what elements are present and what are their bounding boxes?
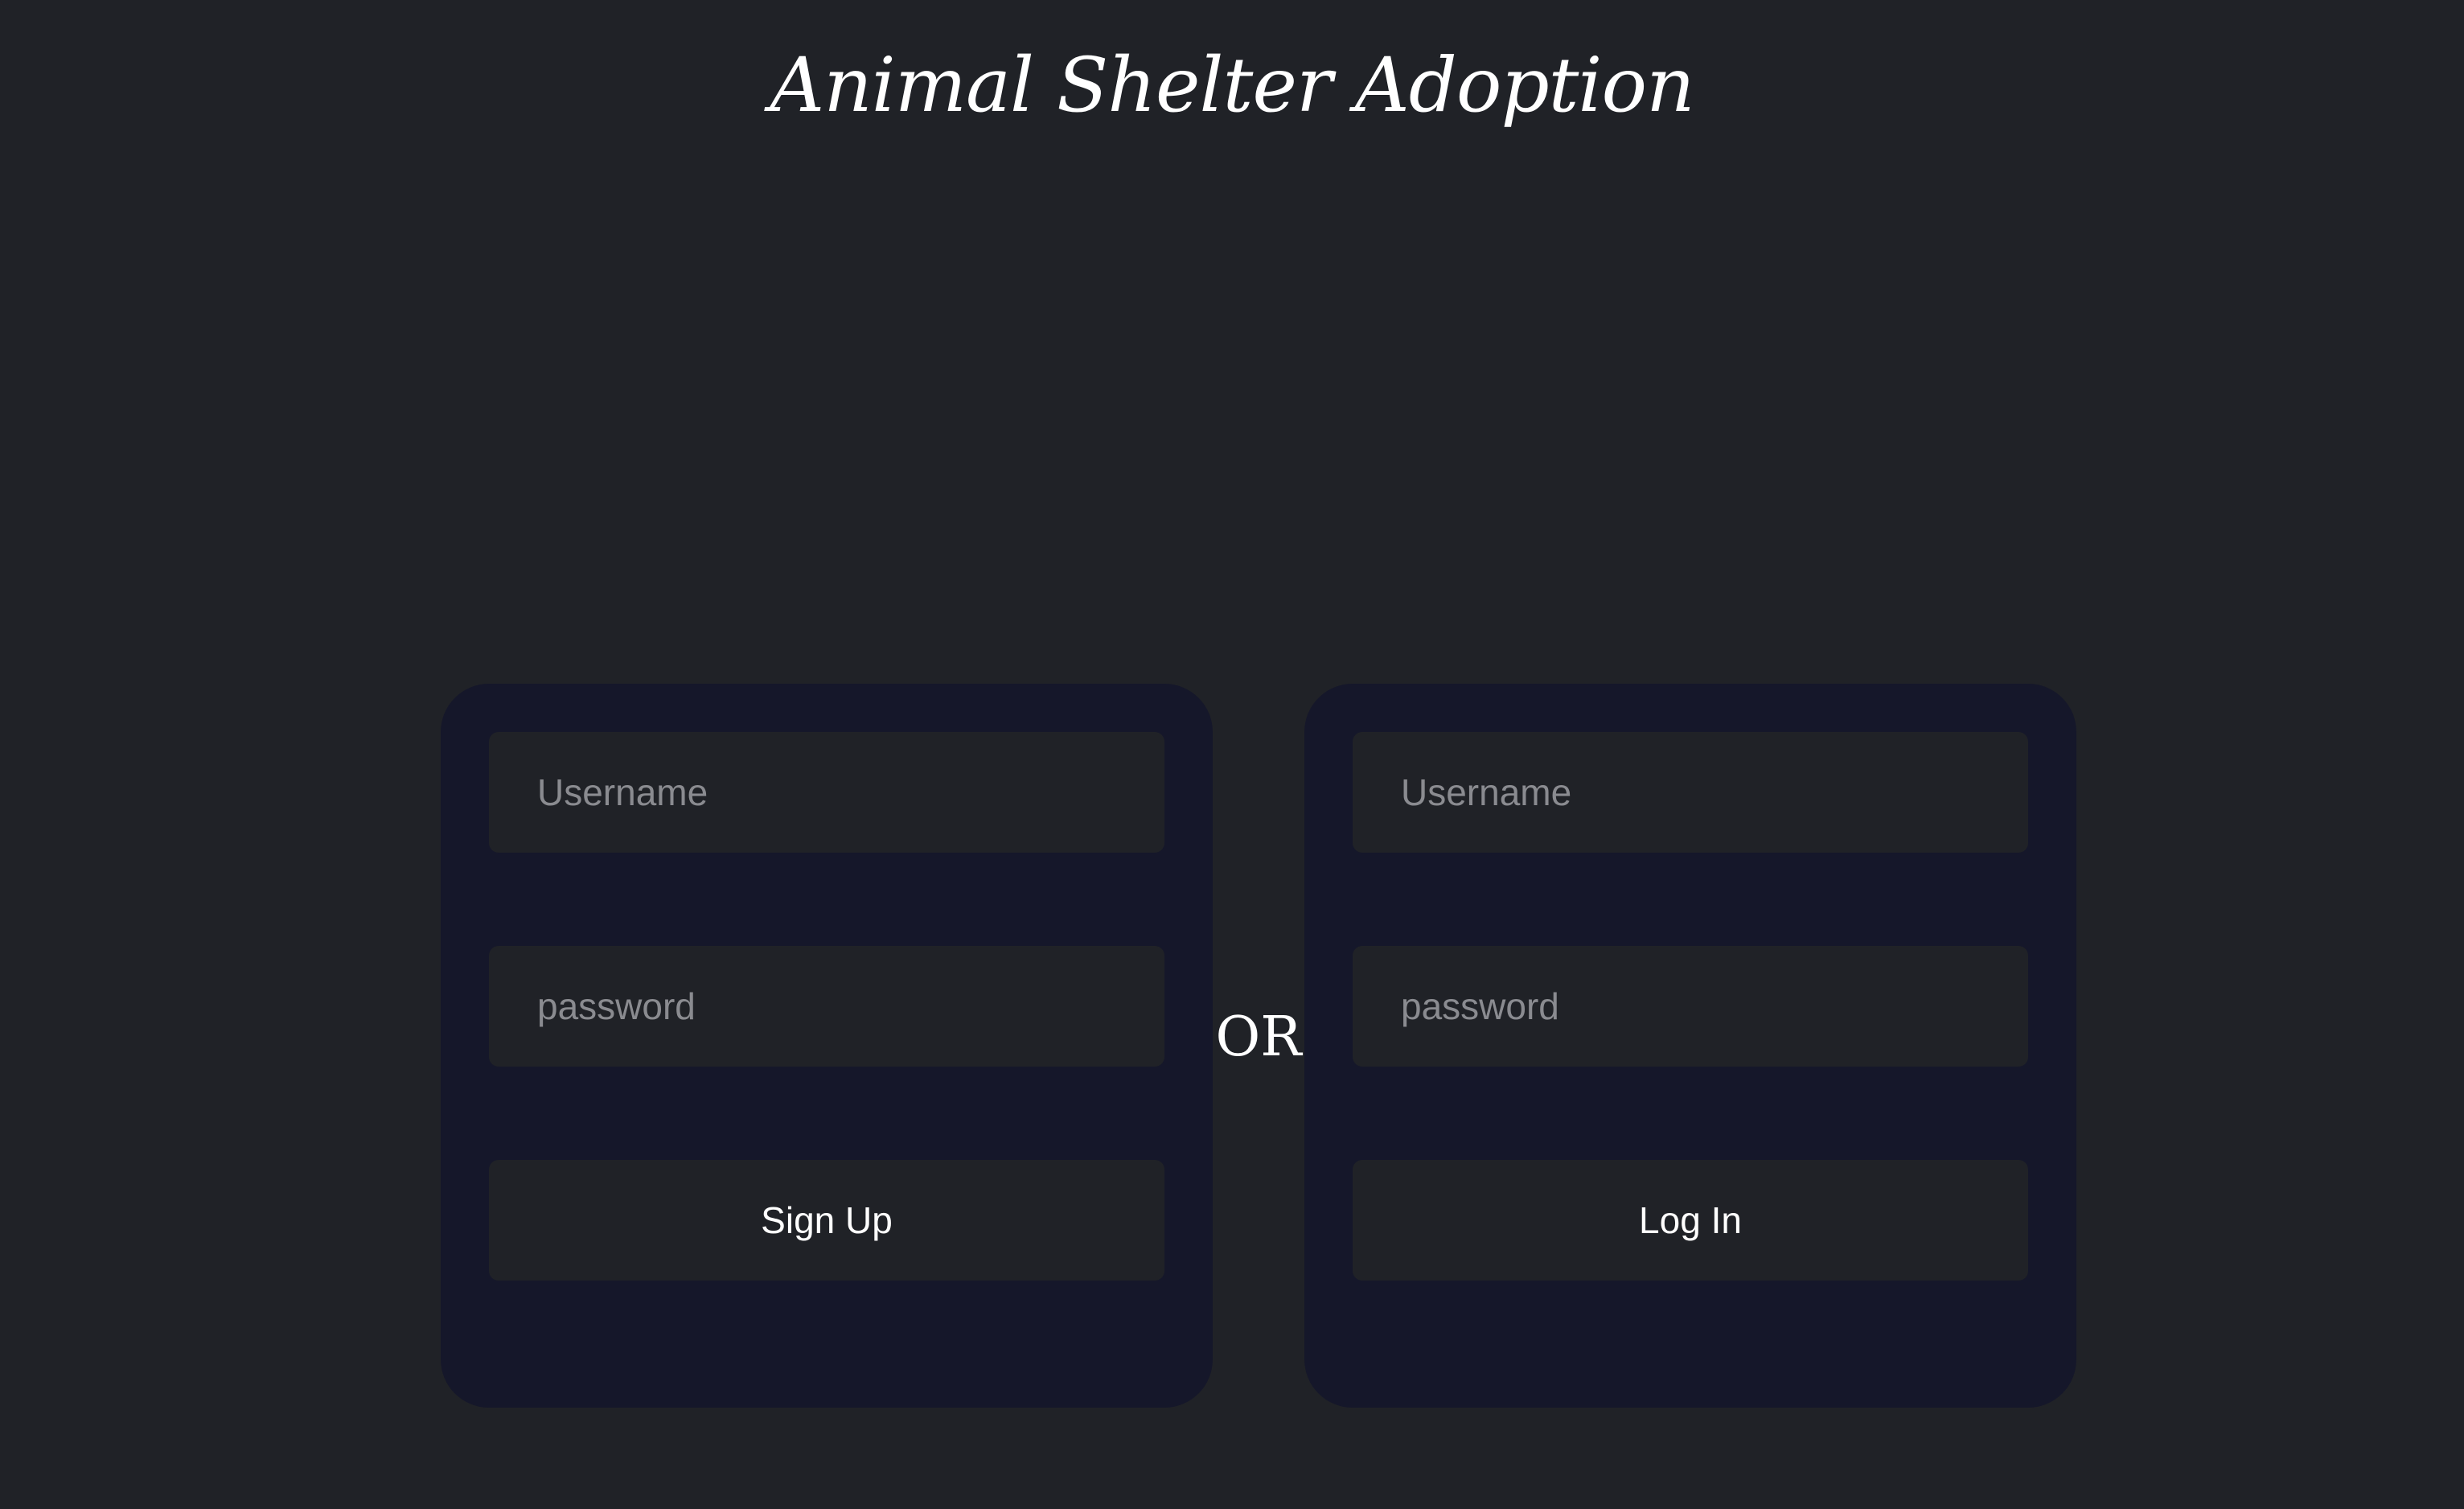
login-password-input[interactable] [1353,946,2028,1067]
login-username-input[interactable] [1353,732,2028,853]
sign-up-button[interactable]: Sign Up [489,1160,1164,1281]
signup-card: Sign Up [441,684,1213,1408]
login-card: Log In [1304,684,2076,1408]
signup-password-input[interactable] [489,946,1164,1067]
log-in-button[interactable]: Log In [1353,1160,2028,1281]
signup-username-input[interactable] [489,732,1164,853]
page-title: Animal Shelter Adoption [770,42,1694,130]
or-separator: OR [1215,1005,1302,1069]
